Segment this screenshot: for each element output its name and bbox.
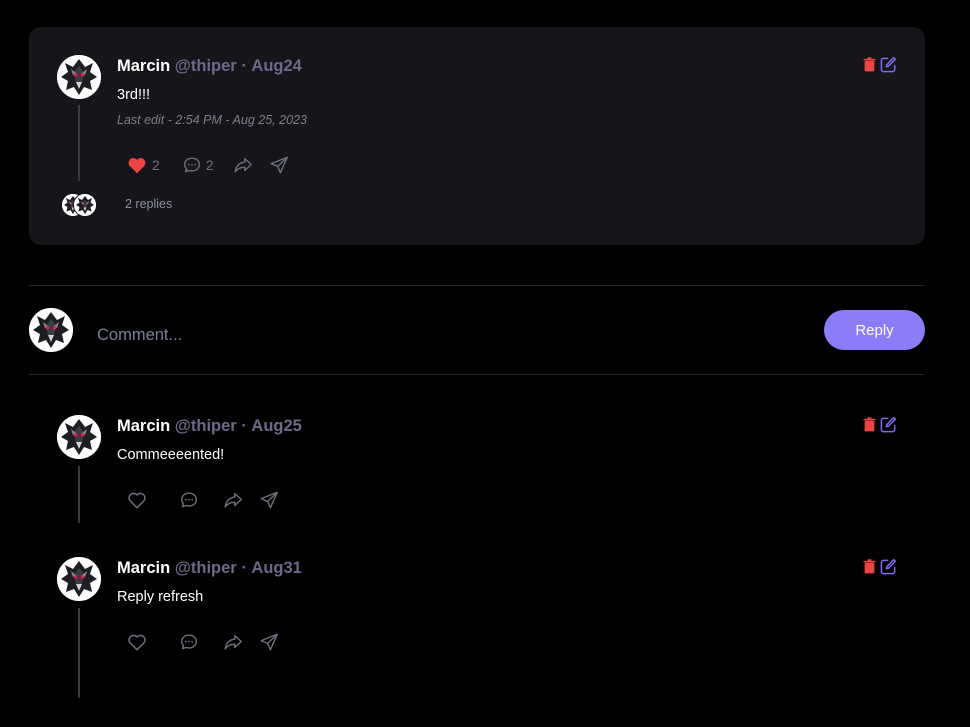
chat-bubble-icon bbox=[178, 631, 200, 653]
comment-tools bbox=[863, 558, 897, 575]
heart-icon bbox=[126, 631, 148, 653]
trash-icon[interactable] bbox=[863, 57, 876, 72]
share-button[interactable] bbox=[232, 154, 254, 176]
separator: · bbox=[241, 57, 247, 75]
comment-actions bbox=[126, 489, 280, 511]
comment-actions bbox=[126, 631, 280, 653]
share-button[interactable] bbox=[222, 489, 244, 511]
edit-pencil-icon[interactable] bbox=[880, 56, 897, 73]
trash-icon[interactable] bbox=[863, 417, 876, 432]
like-button[interactable] bbox=[126, 631, 148, 653]
comment-button[interactable]: 2 bbox=[181, 154, 214, 176]
send-button[interactable] bbox=[268, 154, 290, 176]
forward-arrow-icon bbox=[222, 489, 244, 511]
send-button[interactable] bbox=[258, 631, 280, 653]
reply-avatar bbox=[73, 193, 97, 217]
last-edit-label: Last edit - 2:54 PM - Aug 25, 2023 bbox=[117, 113, 307, 127]
paper-plane-icon bbox=[268, 154, 290, 176]
paper-plane-icon bbox=[258, 489, 280, 511]
trash-icon[interactable] bbox=[863, 559, 876, 574]
comment-actions: 2 2 bbox=[126, 154, 290, 176]
author-handle[interactable]: @thiper bbox=[175, 57, 237, 75]
comment-header: Marcin @thiper · Aug24 bbox=[117, 57, 302, 76]
thread-line bbox=[78, 608, 80, 698]
comment-button[interactable] bbox=[178, 631, 200, 653]
comment-date: Aug31 bbox=[251, 559, 302, 577]
heart-icon bbox=[126, 154, 148, 176]
thread-line bbox=[78, 105, 80, 181]
composer-avatar bbox=[29, 308, 73, 352]
divider bbox=[29, 374, 925, 375]
like-count: 2 bbox=[152, 157, 160, 173]
avatar[interactable] bbox=[57, 415, 101, 459]
comment-header: Marcin @thiper · Aug25 bbox=[117, 417, 302, 436]
wolf-medallion-icon bbox=[57, 557, 101, 601]
replies-link[interactable]: 2 replies bbox=[125, 197, 172, 211]
author-name[interactable]: Marcin bbox=[117, 417, 170, 435]
share-button[interactable] bbox=[222, 631, 244, 653]
author-name[interactable]: Marcin bbox=[117, 57, 170, 75]
comment-card: Marcin @thiper · Aug24 3rd!!! Last edit … bbox=[29, 27, 925, 245]
avatar[interactable] bbox=[57, 55, 101, 99]
reply-button[interactable]: Reply bbox=[824, 310, 925, 350]
comment-header: Marcin @thiper · Aug31 bbox=[117, 559, 302, 578]
comment-text: Reply refresh bbox=[117, 589, 204, 605]
chat-bubble-icon bbox=[178, 489, 200, 511]
divider bbox=[29, 285, 925, 286]
heart-icon bbox=[126, 489, 148, 511]
comment-count: 2 bbox=[205, 157, 214, 173]
paper-plane-icon bbox=[258, 631, 280, 653]
separator: · bbox=[241, 559, 247, 577]
separator: · bbox=[241, 417, 247, 435]
comment-date: Aug24 bbox=[251, 57, 302, 75]
author-name[interactable]: Marcin bbox=[117, 559, 170, 577]
author-handle[interactable]: @thiper bbox=[175, 417, 237, 435]
wolf-medallion-icon bbox=[29, 308, 73, 352]
comment-input[interactable] bbox=[97, 322, 797, 348]
send-button[interactable] bbox=[258, 489, 280, 511]
like-button[interactable]: 2 bbox=[126, 154, 160, 176]
wolf-medallion-icon bbox=[57, 55, 101, 99]
like-button[interactable] bbox=[126, 489, 148, 511]
comment-tools bbox=[863, 56, 897, 73]
comment-tools bbox=[863, 416, 897, 433]
comment-text: 3rd!!! bbox=[117, 87, 151, 103]
forward-arrow-icon bbox=[232, 154, 254, 176]
edit-pencil-icon[interactable] bbox=[880, 416, 897, 433]
comment-text: Commeeeented! bbox=[117, 447, 225, 463]
author-handle[interactable]: @thiper bbox=[175, 559, 237, 577]
edit-pencil-icon[interactable] bbox=[880, 558, 897, 575]
comment-button[interactable] bbox=[178, 489, 200, 511]
wolf-medallion-icon bbox=[74, 194, 96, 216]
wolf-medallion-icon bbox=[57, 415, 101, 459]
chat-bubble-icon bbox=[181, 154, 203, 176]
thread-line bbox=[78, 466, 80, 523]
forward-arrow-icon bbox=[222, 631, 244, 653]
avatar[interactable] bbox=[57, 557, 101, 601]
comment-date: Aug25 bbox=[251, 417, 302, 435]
